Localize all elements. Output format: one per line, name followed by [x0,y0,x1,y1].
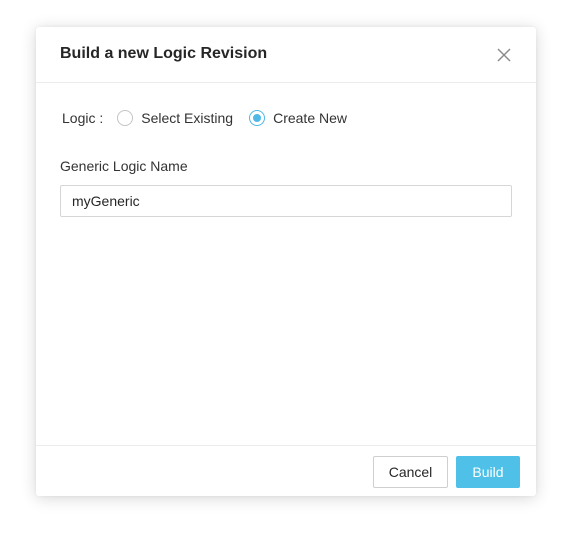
radio-create-new-label: Create New [273,110,347,126]
close-icon [497,48,511,62]
build-button[interactable]: Build [456,456,520,488]
radio-create-new-circle[interactable] [249,110,266,126]
dialog-title: Build a new Logic Revision [60,45,268,62]
close-button[interactable] [494,45,514,65]
radio-create-new[interactable]: Create New [249,110,347,126]
generic-logic-name-input[interactable] [60,185,512,217]
dialog-footer: Cancel Build [36,445,536,496]
radio-select-existing-label: Select Existing [141,110,234,126]
radio-select-existing-circle[interactable] [117,110,134,126]
radio-select-existing[interactable]: Select Existing [117,110,233,126]
dialog-header: Build a new Logic Revision [36,27,536,83]
logic-label: Logic : [62,110,104,126]
generic-logic-name-label: Generic Logic Name [60,158,188,174]
cancel-button[interactable]: Cancel [373,456,448,488]
build-logic-dialog: Build a new Logic Revision Logic : Selec… [36,27,536,496]
logic-radio-group: Logic : Select Existing Create New [62,108,363,128]
